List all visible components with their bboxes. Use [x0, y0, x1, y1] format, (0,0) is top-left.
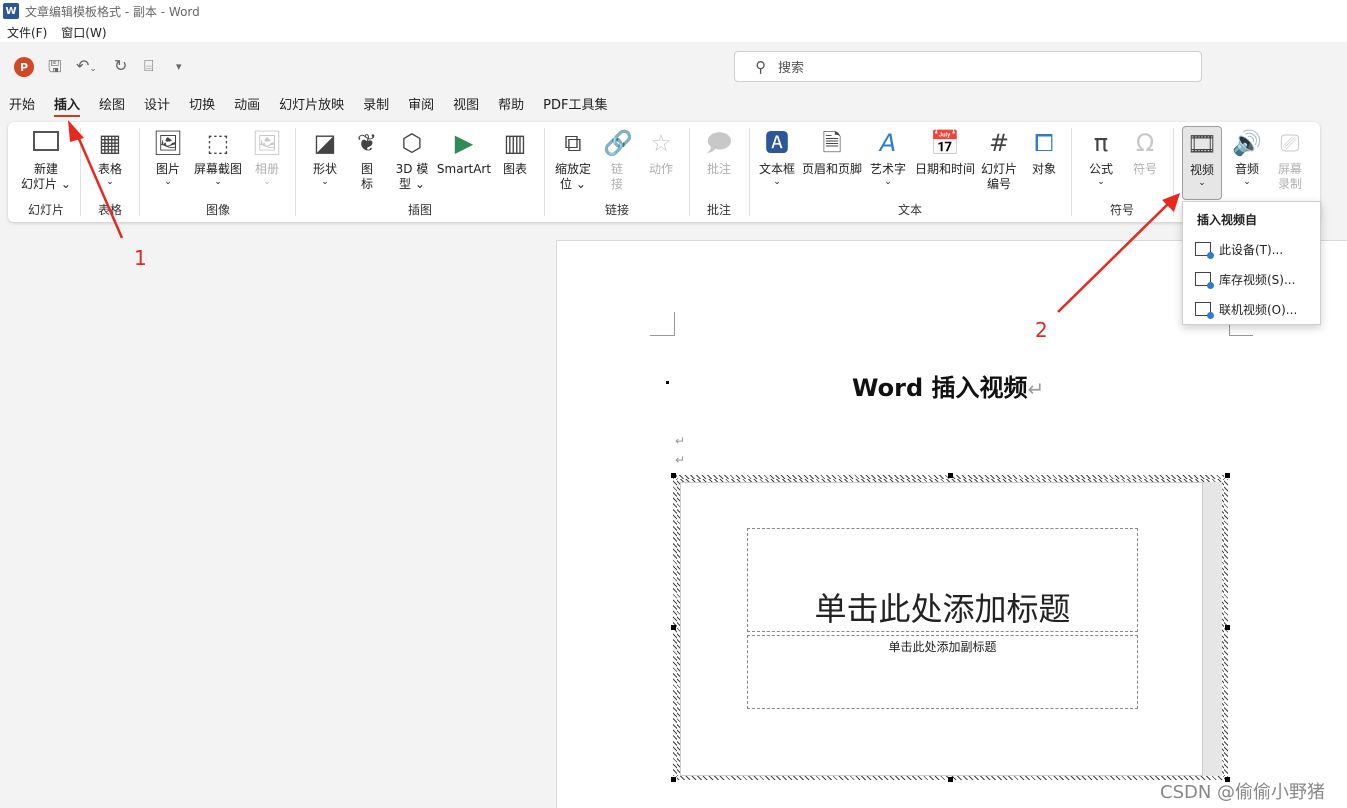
arrow-2-head — [1162, 193, 1180, 212]
annotation-arrows — [68, 120, 1180, 313]
annotation-number-2: 2 — [1035, 318, 1048, 342]
arrow-2-line — [1057, 203, 1169, 313]
arrow-1-head — [68, 120, 84, 142]
arrow-1-line — [74, 131, 124, 239]
watermark: CSDN @偷偷小野猪 — [1160, 782, 1326, 803]
annotation-number-1: 1 — [134, 246, 147, 270]
